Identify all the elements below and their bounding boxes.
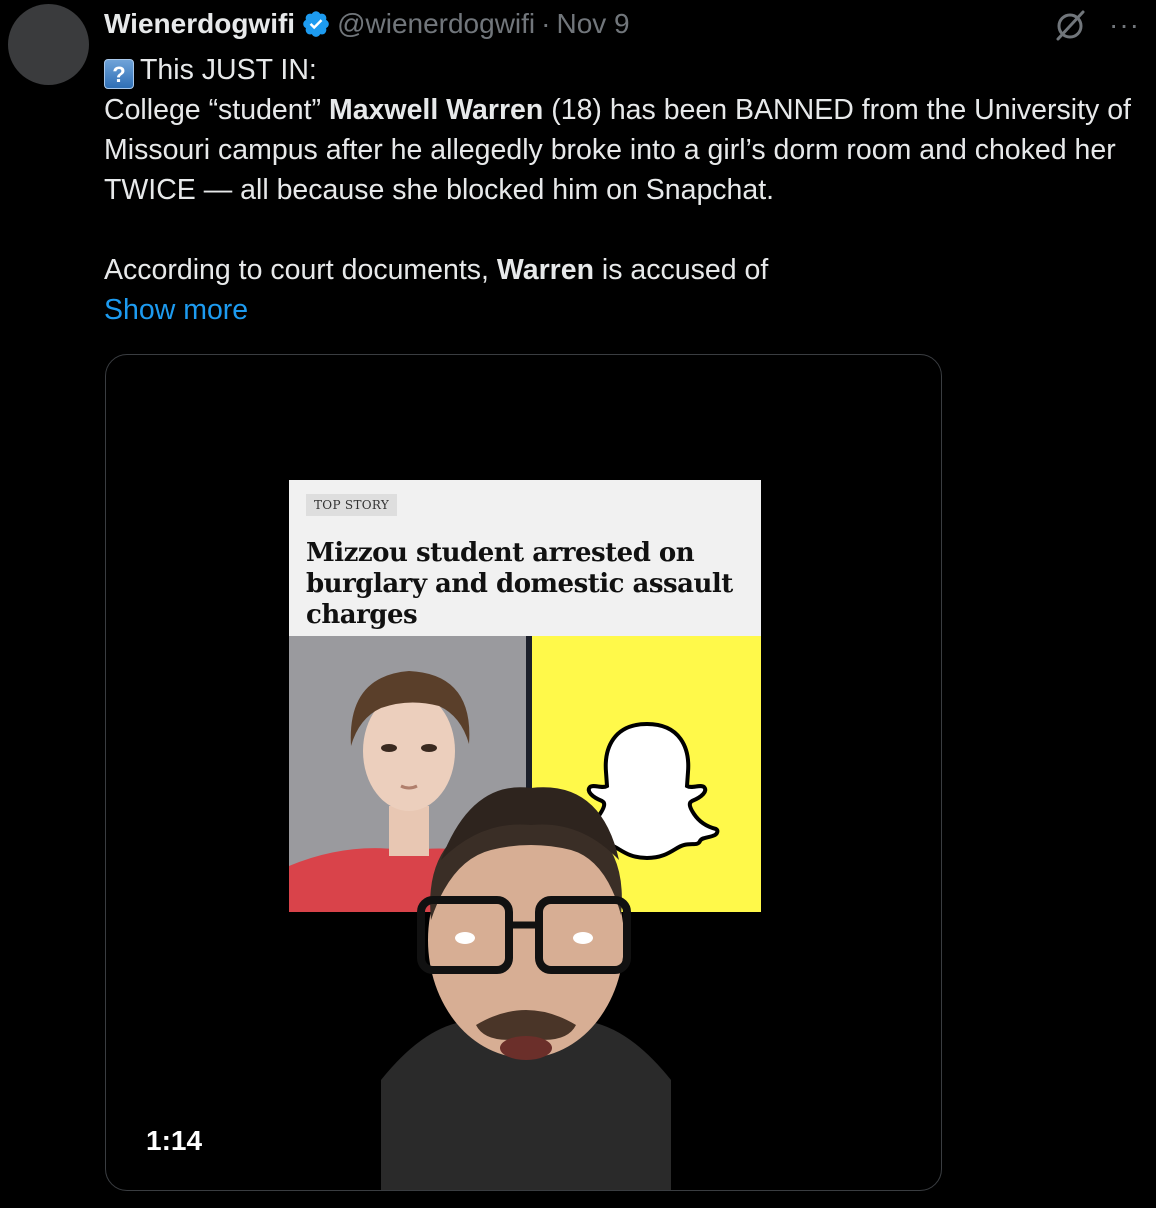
- article-header: TOP STORY Mizzou student arrested on bur…: [289, 480, 761, 636]
- post-text: ? This JUST IN: College “student” Maxwell…: [104, 50, 1134, 330]
- question-emoji-icon: ?: [104, 59, 134, 89]
- post-paragraph-2: According to court documents, Warren is …: [104, 250, 1134, 290]
- show-more-link[interactable]: Show more: [104, 294, 248, 326]
- article-tag: TOP STORY: [306, 494, 398, 516]
- author-name[interactable]: Wienerdogwifi: [104, 8, 295, 40]
- post-line-1: ? This JUST IN:: [104, 50, 1134, 90]
- p2-bold-name: Warren: [496, 254, 595, 286]
- more-icon[interactable]: ···: [1109, 11, 1140, 39]
- article-headline: Mizzou student arrested on burglary and …: [306, 538, 733, 630]
- verified-badge-icon: [303, 11, 329, 37]
- p1-text-a: College “student”: [104, 94, 329, 126]
- video-player[interactable]: TOP STORY Mizzou student arrested on bur…: [105, 354, 942, 1191]
- separator: ·: [541, 8, 551, 39]
- post-paragraph-1: College “student” Maxwell Warren (18) ha…: [104, 90, 1134, 210]
- avatar[interactable]: [8, 4, 89, 85]
- presenter-figure: [381, 787, 671, 1190]
- post-date[interactable]: Nov 9: [556, 8, 629, 40]
- post-actions-top: ···: [1053, 8, 1140, 42]
- p2-text-b: is accused of: [594, 254, 769, 286]
- p2-text-a: According to court documents,: [104, 254, 497, 286]
- video-duration: 1:14: [146, 1125, 203, 1156]
- grok-icon[interactable]: [1053, 8, 1087, 42]
- post-line-1-text: This JUST IN:: [140, 54, 317, 86]
- post-header: Wienerdogwifi @wienerdogwifi · Nov 9: [104, 6, 630, 42]
- author-handle[interactable]: @wienerdogwifi: [337, 8, 535, 40]
- p1-bold-name: Maxwell Warren: [328, 94, 544, 126]
